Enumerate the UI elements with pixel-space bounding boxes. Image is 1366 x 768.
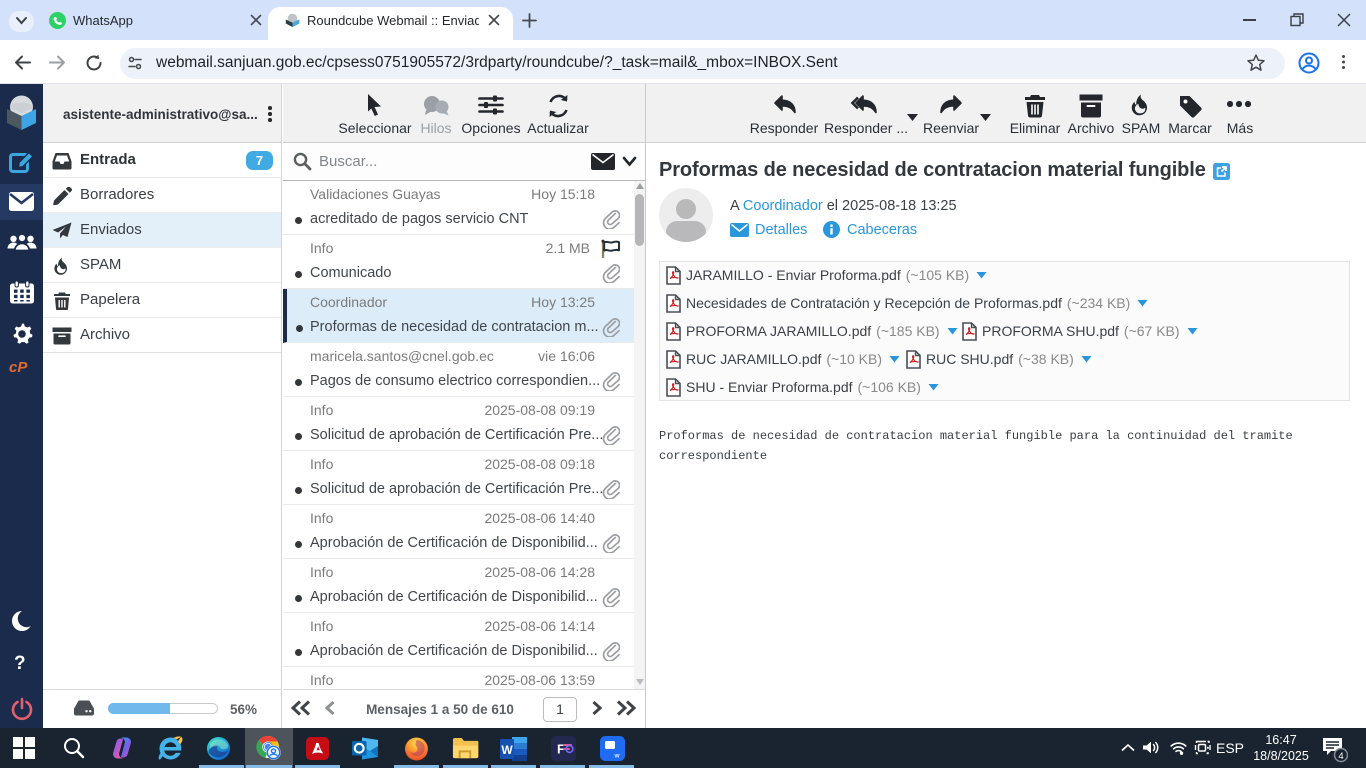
svg-text:4: 4: [1338, 751, 1343, 762]
svg-text:w: w: [613, 753, 620, 760]
svg-text:W: W: [501, 743, 513, 757]
